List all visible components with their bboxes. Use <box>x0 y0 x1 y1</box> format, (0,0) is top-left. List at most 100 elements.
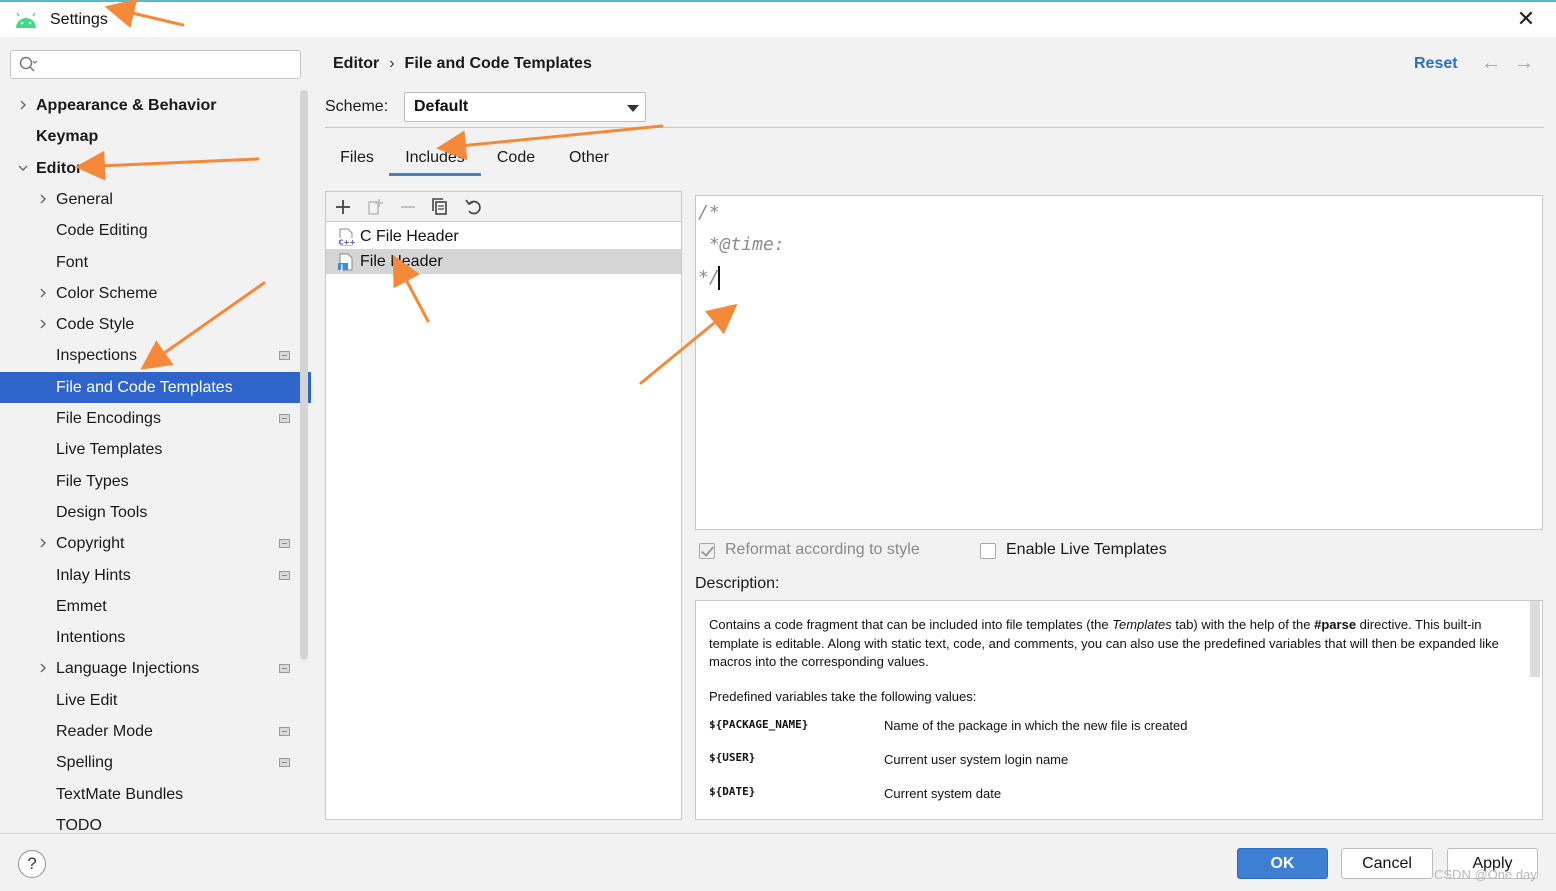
cpp-file-icon: C++ <box>338 228 356 247</box>
template-list-item-label: C File Header <box>360 228 459 245</box>
tab-files[interactable]: Files <box>337 144 377 176</box>
chevron-right-icon[interactable] <box>38 288 48 298</box>
sidebar-item[interactable]: Live Templates <box>0 434 311 465</box>
java-file-icon: J <box>338 253 353 271</box>
tab-code[interactable]: Code <box>493 144 539 176</box>
scheme-value: Default <box>414 98 469 115</box>
reformat-label: Reformat according to style <box>725 541 920 558</box>
title-bar: Settings ✕ <box>0 0 1556 37</box>
chevron-right-icon[interactable] <box>38 194 48 204</box>
sidebar-item[interactable]: Inspections <box>0 340 311 371</box>
variable-description: Name of the package in which the new fil… <box>884 718 1188 733</box>
sidebar-item-label: Spelling <box>56 754 113 771</box>
sidebar-item[interactable]: Language Injections <box>0 653 311 684</box>
sidebar-item[interactable]: Reader Mode <box>0 716 311 747</box>
sidebar-item[interactable]: Inlay Hints <box>0 560 311 591</box>
variable-description: Current user system login name <box>884 752 1069 767</box>
sidebar-item[interactable]: Code Editing <box>0 215 311 246</box>
sidebar-item-label: Keymap <box>36 128 99 145</box>
live-templates-checkbox[interactable] <box>980 543 996 559</box>
live-templates-label: Enable Live Templates <box>1006 541 1167 558</box>
sidebar-item[interactable]: General <box>0 184 311 215</box>
template-list-panel: C++ C File Header J File Header <box>325 191 682 820</box>
sidebar-scrollbar[interactable] <box>300 90 308 660</box>
sidebar-item[interactable]: Copyright <box>0 528 311 559</box>
reset-link[interactable]: Reset <box>1414 55 1458 73</box>
sidebar-item[interactable]: Color Scheme <box>0 278 311 309</box>
variable-name: ${USER} <box>709 751 756 764</box>
description-paragraph: Contains a code fragment that can be inc… <box>709 617 1499 669</box>
tab-includes[interactable]: Includes <box>389 144 481 176</box>
sidebar-item-label: Emmet <box>56 598 107 615</box>
copy-icon[interactable] <box>429 196 451 218</box>
sidebar-item[interactable]: Font <box>0 247 311 278</box>
description-scrollbar[interactable] <box>1530 601 1540 677</box>
tab-other[interactable]: Other <box>565 144 613 176</box>
sidebar-item[interactable]: Emmet <box>0 591 311 622</box>
sidebar-item[interactable]: Code Style <box>0 309 311 340</box>
sidebar-item[interactable]: Design Tools <box>0 497 311 528</box>
sidebar-item-label: File Types <box>56 473 129 490</box>
template-list-item-selected[interactable]: J File Header <box>326 249 681 274</box>
search-input[interactable] <box>10 50 301 79</box>
window-title: Settings <box>50 11 108 28</box>
sidebar-item[interactable]: Spelling <box>0 747 311 778</box>
editor-line: /* <box>698 202 720 223</box>
chevron-right-icon[interactable] <box>18 100 28 110</box>
sidebar-item[interactable]: File and Code Templates <box>0 372 311 403</box>
forward-arrow-icon[interactable]: → <box>1512 52 1536 76</box>
chevron-right-icon[interactable] <box>38 319 48 329</box>
main-panel: Editor › File and Code Templates Reset ← →… <box>311 37 1556 833</box>
help-icon[interactable]: ? <box>18 850 46 878</box>
sidebar-item-label: Reader Mode <box>56 723 153 740</box>
project-level-icon <box>279 351 290 360</box>
settings-sidebar: Appearance & Behavior Keymap Editor General… <box>0 37 311 833</box>
android-icon <box>16 12 36 28</box>
add-icon[interactable] <box>332 196 354 218</box>
description-box: Contains a code fragment that can be inc… <box>695 600 1543 820</box>
sidebar-item-label: Intentions <box>56 629 126 646</box>
description-label: Description: <box>695 575 780 592</box>
variable-description: Current system date <box>884 786 1002 801</box>
back-arrow-icon[interactable]: ← <box>1479 52 1503 76</box>
divider <box>325 127 1544 128</box>
sidebar-item[interactable]: TextMate Bundles <box>0 779 311 810</box>
sidebar-item[interactable]: TODO <box>0 810 311 833</box>
sidebar-item-label: Color Scheme <box>56 285 158 302</box>
sidebar-item[interactable]: Keymap <box>0 121 311 152</box>
chevron-down-icon[interactable] <box>18 163 28 173</box>
chevron-right-icon[interactable] <box>38 538 48 548</box>
project-level-icon <box>279 571 290 580</box>
breadcrumb-current: File and Code Templates <box>404 55 592 72</box>
sidebar-item-label: Live Edit <box>56 692 118 709</box>
sidebar-item-label: Inspections <box>56 347 137 364</box>
sidebar-item-label: File Encodings <box>56 410 161 427</box>
reformat-checkbox[interactable] <box>699 543 715 559</box>
sidebar-item[interactable]: File Types <box>0 466 311 497</box>
ok-button[interactable]: OK <box>1237 848 1328 879</box>
sidebar-item[interactable]: Appearance & Behavior <box>0 90 311 121</box>
svg-text:J: J <box>340 263 344 271</box>
chevron-right-icon[interactable] <box>38 663 48 673</box>
breadcrumb-parent[interactable]: Editor <box>333 55 379 72</box>
template-list-item-label: File Header <box>360 253 443 270</box>
editor-line: */ <box>698 267 720 288</box>
sidebar-item[interactable]: Live Edit <box>0 685 311 716</box>
cancel-button[interactable]: Cancel <box>1341 848 1433 879</box>
sidebar-item-label: Inlay Hints <box>56 567 131 584</box>
scheme-dropdown[interactable]: Default <box>404 92 646 122</box>
template-list-item[interactable]: C++ C File Header <box>326 224 681 249</box>
template-editor[interactable]: /* *@time: */ <box>695 195 1543 530</box>
sidebar-item-label: Appearance & Behavior <box>36 97 217 114</box>
sidebar-item[interactable]: Intentions <box>0 622 311 653</box>
list-toolbar <box>326 192 681 222</box>
variable-name: ${DATE} <box>709 785 756 798</box>
breadcrumb-separator: › <box>389 55 395 72</box>
reset-icon[interactable] <box>463 196 485 218</box>
svg-text:C++: C++ <box>339 239 356 247</box>
project-level-icon <box>279 414 290 423</box>
close-icon[interactable]: ✕ <box>1514 8 1538 32</box>
sidebar-item-label: Language Injections <box>56 660 200 677</box>
sidebar-item[interactable]: File Encodings <box>0 403 311 434</box>
sidebar-item[interactable]: Editor <box>0 153 311 184</box>
